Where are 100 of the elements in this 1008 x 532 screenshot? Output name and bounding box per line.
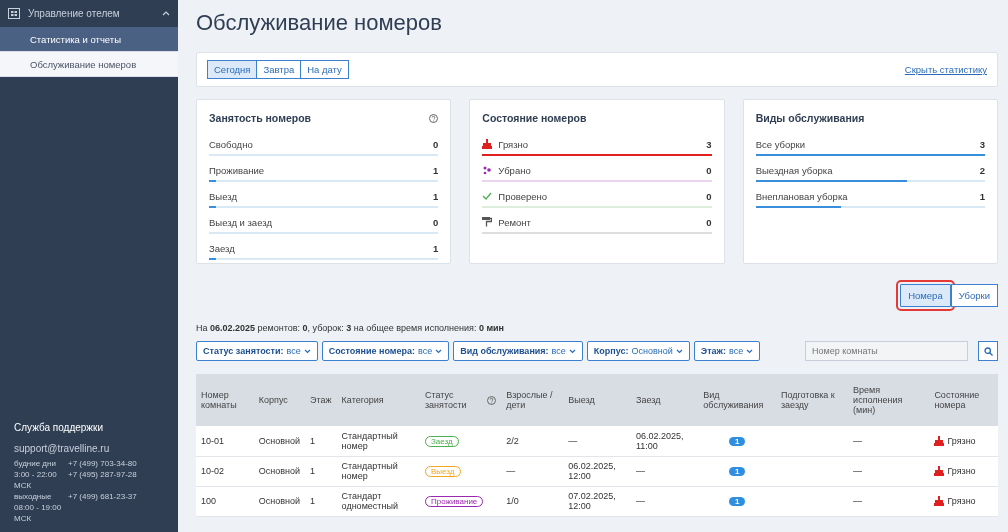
stat-label: Грязно bbox=[498, 138, 530, 150]
filter-dropdown[interactable]: Статус занятости: все bbox=[196, 341, 318, 361]
support-hours: выходные 08:00 - 19:00 МСК bbox=[14, 491, 63, 524]
stat-value: 1 bbox=[433, 190, 439, 202]
stat-label: Внеплановая уборка bbox=[755, 190, 849, 202]
stat-value: 0 bbox=[433, 216, 439, 228]
count-badge: 1 bbox=[728, 497, 746, 506]
table-cell: 1 bbox=[305, 486, 337, 516]
column-header: Номер комнаты bbox=[196, 374, 254, 426]
stat-value: 1 bbox=[979, 190, 985, 202]
section-title: Управление отелем bbox=[28, 8, 121, 19]
table-cell: Стандартный номер bbox=[336, 426, 420, 456]
caret-icon bbox=[303, 348, 311, 354]
table-cell: 100 bbox=[196, 486, 254, 516]
count-badge: 1 bbox=[728, 467, 746, 476]
caret-icon bbox=[746, 348, 754, 354]
stat-label: Свободно bbox=[209, 138, 254, 150]
sidebar-item[interactable]: Статистика и отчеты bbox=[0, 27, 178, 52]
room-search-field[interactable]: Номер комнаты bbox=[805, 341, 968, 361]
room-state: Грязно bbox=[947, 496, 976, 506]
card-title: Виды обслуживания bbox=[755, 112, 865, 124]
filter-dropdown[interactable]: Корпус: Основной bbox=[586, 341, 690, 361]
support-phone: +7 (495) 287-97-28 bbox=[68, 469, 138, 481]
column-header: Заезд bbox=[630, 374, 699, 426]
stat-label: Выезд bbox=[209, 190, 238, 202]
stat-label: Заезд bbox=[209, 242, 236, 254]
stat-value: 1 bbox=[433, 164, 439, 176]
status-badge: Проживание bbox=[424, 496, 484, 507]
table-cell: 2/2 bbox=[501, 426, 564, 456]
stat-label: Выезд и заезд bbox=[209, 216, 273, 228]
filter-dropdown[interactable]: Вид обслуживания: все bbox=[453, 341, 583, 361]
table-cell: — bbox=[848, 486, 930, 516]
table-cell: — bbox=[501, 456, 564, 486]
table-cell: — bbox=[563, 426, 631, 456]
search-button[interactable] bbox=[978, 341, 998, 361]
page-title: Обслуживание номеров bbox=[196, 10, 443, 36]
table-cell: Стандартный номер bbox=[336, 456, 420, 486]
stat-label: Проверено bbox=[498, 190, 549, 202]
broom-icon bbox=[934, 496, 945, 506]
caret-icon bbox=[435, 348, 443, 354]
stat-value: 2 bbox=[979, 164, 985, 176]
table-cell: 10-02 bbox=[196, 456, 254, 486]
column-header: Время исполнения (мин) bbox=[848, 374, 930, 426]
broom-icon bbox=[934, 466, 945, 476]
stat-value: 0 bbox=[706, 164, 712, 176]
table-cell: Основной bbox=[253, 426, 306, 456]
room-state: Грязно bbox=[947, 435, 976, 446]
room-state: Грязно bbox=[947, 466, 976, 476]
stat-label: Убрано bbox=[498, 164, 532, 176]
hide-stats-link[interactable]: Скрыть статистику bbox=[904, 64, 987, 75]
support-phone: +7 (499) 703-34-80 bbox=[68, 458, 138, 469]
table-cell: Стандарт одноместный bbox=[336, 486, 420, 516]
stat-value: 1 bbox=[433, 242, 439, 254]
support-email[interactable]: support@travelline.ru bbox=[14, 443, 164, 454]
date-tab[interactable]: Сегодня bbox=[207, 60, 258, 79]
column-header: Взрослые / дети bbox=[501, 374, 564, 426]
support-phone: +7 (499) 681-23-37 bbox=[68, 491, 138, 503]
column-header: Категория bbox=[336, 374, 420, 426]
view-toggle[interactable]: Уборки bbox=[950, 284, 998, 307]
search-icon bbox=[983, 346, 993, 356]
stat-label: Проживание bbox=[209, 164, 265, 176]
table-cell: Основной bbox=[253, 456, 306, 486]
caret-icon bbox=[568, 348, 576, 354]
stat-label: Выездная уборка bbox=[755, 164, 834, 176]
summary-text: На 06.02.2025 ремонтов: 0, уборок: 3 на общее время исполнения: 0 мин bbox=[196, 323, 506, 333]
table-cell: 07.02.2025, 12:00 bbox=[563, 486, 631, 516]
support-title: Служба поддержки bbox=[14, 422, 104, 433]
date-tab[interactable]: На дату bbox=[301, 60, 349, 79]
column-header: Корпус bbox=[253, 374, 306, 426]
stat-value: 3 bbox=[706, 138, 712, 150]
stat-value: 3 bbox=[979, 138, 985, 150]
stat-label: Все уборки bbox=[755, 138, 806, 150]
grid-icon bbox=[8, 8, 20, 19]
support-hours: будние дни bbox=[14, 458, 57, 469]
table-cell: 10-01 bbox=[196, 426, 254, 456]
stat-value: 0 bbox=[706, 216, 712, 228]
table-cell: — bbox=[630, 456, 699, 486]
sidebar-item[interactable]: Обслуживание номеров bbox=[0, 52, 178, 77]
table-cell: 06.02.2025, 12:00 bbox=[563, 456, 631, 486]
count-badge: 1 bbox=[728, 436, 746, 446]
table-cell: 1 bbox=[305, 456, 337, 486]
column-header: Состояние номера bbox=[929, 374, 998, 426]
column-header: Этаж bbox=[305, 374, 337, 426]
column-header: Подготовка к заезду bbox=[775, 374, 849, 426]
stat-value: 0 bbox=[706, 190, 712, 202]
stat-label: Ремонт bbox=[498, 216, 532, 228]
card-title: Состояние номеров bbox=[482, 112, 587, 124]
filter-dropdown[interactable]: Состояние номера: все bbox=[321, 341, 450, 361]
column-header: Статус занятости bbox=[424, 390, 468, 410]
date-tab[interactable]: Завтра bbox=[257, 60, 302, 79]
filter-dropdown[interactable]: Этаж: все bbox=[693, 341, 761, 361]
card-title: Занятость номеров bbox=[209, 112, 312, 124]
column-header: Вид обслуживания bbox=[698, 374, 776, 426]
table-cell: — bbox=[848, 456, 930, 486]
broom-icon bbox=[934, 435, 945, 446]
table-cell: 06.02.2025, 11:00 bbox=[630, 426, 699, 456]
table-cell: 1/0 bbox=[501, 486, 564, 516]
table-cell: — bbox=[848, 426, 930, 456]
table-cell: 1 bbox=[305, 426, 337, 456]
sidebar-section[interactable]: Управление отелем bbox=[0, 0, 178, 27]
